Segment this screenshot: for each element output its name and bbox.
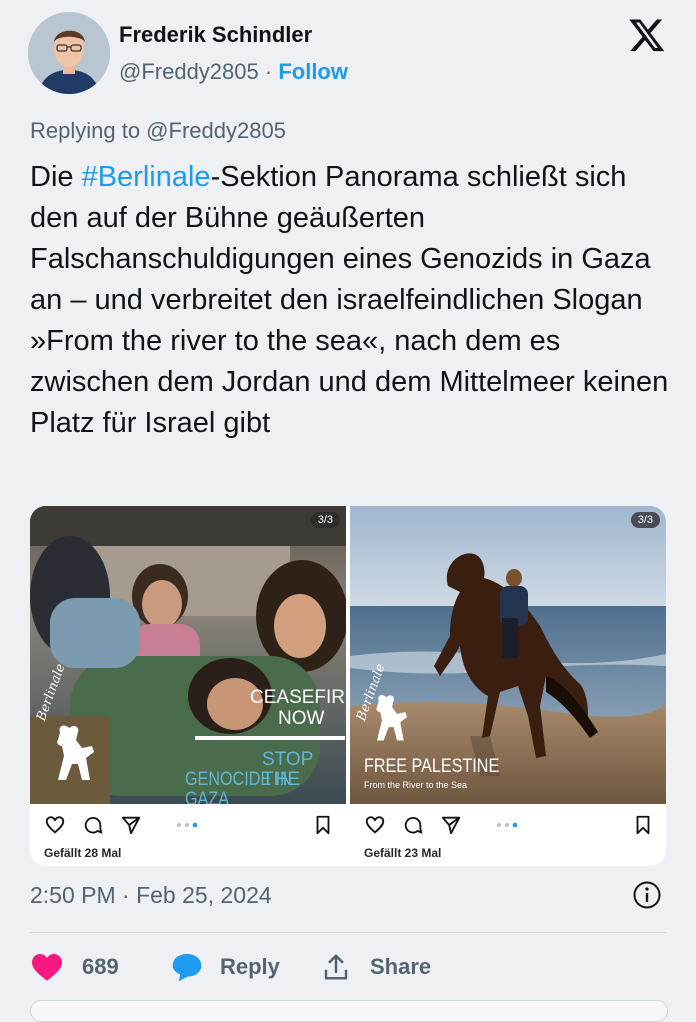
post-actions [350, 812, 666, 838]
likes-count-text: Gefällt 28 Mal [44, 846, 122, 860]
tweet-text-rest: -Sektion Panorama schließt sich den auf … [30, 161, 669, 439]
berlinale-bear-icon [376, 695, 407, 741]
replying-to: Replying to @Freddy2805 [30, 118, 286, 143]
author-handle[interactable]: @Freddy2805 [119, 59, 259, 84]
like-button[interactable]: 689 [30, 945, 119, 989]
share-icon [324, 954, 348, 980]
reply-button[interactable]: Reply [170, 945, 280, 989]
follow-button[interactable]: Follow [278, 59, 348, 84]
tweet-media[interactable]: 3/3 CEASEFIRE NOW STOP THE GENOCIDE IN G… [30, 506, 666, 866]
carousel-dots-icon [177, 822, 198, 828]
comment-icon[interactable] [82, 814, 104, 836]
river-to-sea-text: From the River to the Sea [364, 780, 468, 790]
comment-icon[interactable] [402, 814, 424, 836]
info-icon[interactable] [632, 880, 662, 910]
post-actions [30, 812, 346, 838]
tweet-text-start: Die [30, 161, 82, 193]
berlinale-bear-icon [57, 725, 94, 780]
engagement-bar: 689 Reply Share [30, 945, 666, 989]
heart-outline-icon[interactable] [364, 814, 386, 836]
now-text: NOW [278, 708, 325, 729]
media-panel-left[interactable]: 3/3 CEASEFIRE NOW STOP THE GENOCIDE IN G… [30, 506, 346, 866]
handle-separator: · [264, 59, 273, 84]
bookmark-icon[interactable] [312, 814, 334, 836]
carousel-dots-icon [497, 822, 518, 828]
carousel-badge: 3/3 [310, 512, 340, 528]
media-panel-right[interactable]: 3/3 FREE PALESTINE From the River to the… [350, 506, 666, 866]
bookmark-icon[interactable] [632, 814, 654, 836]
tweet-text: Die #Berlinale-Sektion Panorama schließt… [30, 157, 680, 444]
ceasefire-text: CEASEFIRE [250, 687, 346, 708]
horse-rider-photo: 3/3 FREE PALESTINE From the River to the… [350, 506, 666, 804]
share-label: Share [370, 954, 432, 979]
reply-bubble-icon [172, 954, 202, 982]
free-palestine-text: FREE PALESTINE [364, 756, 500, 777]
x-logo-icon[interactable] [628, 16, 666, 54]
share-button[interactable]: Share [320, 945, 431, 989]
likes-count-text: Gefällt 23 Mal [364, 846, 442, 860]
tweet-timestamp[interactable]: 2:50 PM · Feb 25, 2024 [30, 882, 272, 909]
genocide-text: GENOCIDE IN GAZA [185, 769, 292, 805]
heart-outline-icon[interactable] [44, 814, 66, 836]
children-photo: 3/3 CEASEFIRE NOW STOP THE GENOCIDE IN G… [30, 506, 346, 804]
next-card-edge [30, 1000, 668, 1022]
divider [30, 932, 666, 933]
tweet-header: Frederik Schindler @Freddy2805 · Follow [28, 12, 668, 96]
heart-filled-icon [32, 954, 62, 981]
author-handle-line: @Freddy2805 · Follow [119, 59, 348, 85]
like-count: 689 [82, 954, 119, 979]
carousel-badge: 3/3 [630, 512, 660, 528]
send-icon[interactable] [440, 814, 462, 836]
send-icon[interactable] [120, 814, 142, 836]
author-avatar[interactable] [28, 12, 110, 94]
hashtag-link[interactable]: #Berlinale [82, 161, 211, 193]
reply-label: Reply [220, 954, 280, 979]
author-name[interactable]: Frederik Schindler [119, 22, 312, 48]
